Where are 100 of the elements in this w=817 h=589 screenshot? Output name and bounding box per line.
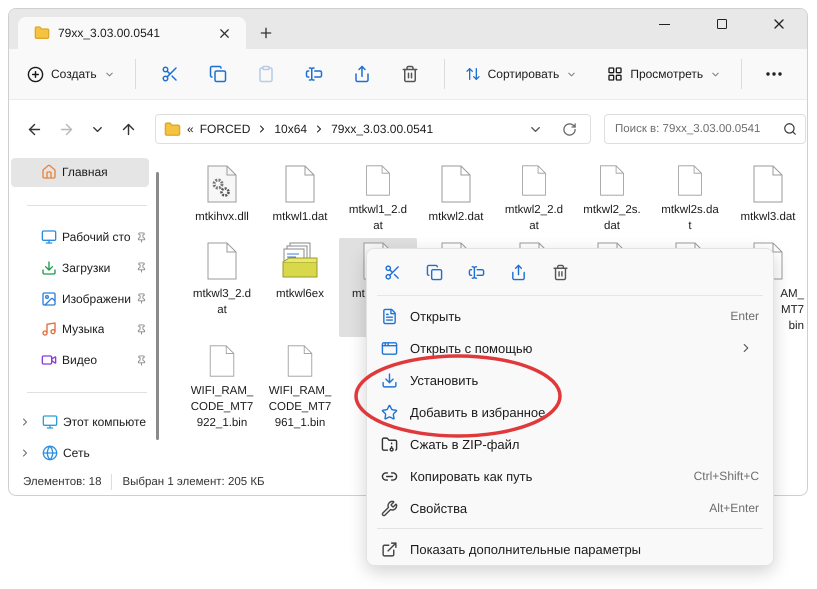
sidebar-item[interactable]: Главная [11,158,149,187]
file-icon [285,165,315,203]
expand-menu-icon [381,540,398,558]
file-name: mtkwl1.dat [272,210,328,225]
document-icon [381,308,398,324]
archive-folder-icon [381,436,398,452]
address-bar[interactable]: « FORCED 10x64 79xx_3.03.00.0541 [155,114,591,144]
sidebar-item[interactable]: Загрузки [11,253,149,282]
file-icon [207,242,237,280]
settings-file-icon [207,165,237,203]
item-count: Элементов: 18 [23,476,102,488]
delete-icon [400,65,419,83]
maximize-icon [716,18,728,30]
search-input[interactable]: Поиск в: 79xx_3.03.00.0541 [613,122,783,136]
download-icon [381,372,398,388]
computer-icon [42,414,58,430]
file-name: mtkwl2_2.d at [504,203,564,234]
file-name: mtkihvx.dll [194,210,250,225]
share-icon [352,65,371,83]
file-item[interactable]: WIFI_RAM_ CODE_MT7 961_1.bin [261,341,339,431]
image-icon [41,290,57,307]
file-icon [519,165,549,196]
file-icon [363,165,393,196]
breadcrumb[interactable]: 79xx_3.03.00.0541 [331,122,434,136]
menu-item[interactable]: Открыть Enter [367,300,773,332]
breadcrumb-overflow[interactable]: « [187,122,194,136]
sidebar-item[interactable]: Видео [11,346,149,375]
file-item[interactable]: mtkwl6ex [261,238,339,337]
breadcrumb[interactable]: 10x64 [274,122,308,136]
shortcut-text: Enter [730,309,759,323]
view-button[interactable]: Просмотреть [601,58,728,90]
desktop-icon [41,229,57,246]
download-icon [41,260,57,276]
rename-icon [304,65,323,83]
sidebar-item[interactable]: Этот компьюте [11,408,149,436]
file-name: mtkwl1_2.d at [348,203,408,234]
sidebar-item[interactable]: Изображени [11,284,149,314]
create-button[interactable]: Создать [21,58,121,90]
sort-icon [464,66,481,82]
sidebar-item[interactable]: Сеть [11,438,149,468]
file-name: AM_ MT7 bin [780,287,804,334]
plus-icon [258,25,274,41]
paste-icon [256,65,275,83]
menu-item[interactable]: Копировать как путь Ctrl+Shift+C [367,460,773,492]
scissors-icon [160,65,179,83]
music-icon [41,321,57,338]
refresh-icon [562,122,576,136]
search-field[interactable]: Поиск в: 79xx_3.03.00.0541 [604,114,806,144]
file-name: WIFI_RAM_ CODE_MT7 961_1.bin [268,384,332,431]
file-icon [441,165,471,203]
menu-item[interactable]: Сжать в ZIP-файл [367,428,773,460]
file-icon [753,165,783,203]
grid-icon [607,66,624,82]
file-item[interactable]: mtkwl2_2s. dat [573,161,651,234]
menu-item[interactable]: Установить [367,364,773,396]
file-item[interactable]: mtkwl1_2.d at [339,161,417,234]
shortcut-text: Ctrl+Shift+C [694,469,759,483]
rename-icon [468,264,484,280]
file-item[interactable]: mtkwl2_2.d at [495,161,573,234]
menu-item[interactable]: Открыть с помощью [367,332,773,364]
selection-info: Выбран 1 элемент: 205 КБ [122,476,266,488]
copy-icon [426,264,442,280]
file-item[interactable]: mtkwl3_2.d at [183,238,261,337]
file-item[interactable]: mtkwl1.dat [261,161,339,234]
more-icon [766,72,782,76]
tab[interactable]: 79xx_3.03.00.0541 [18,17,246,49]
delete-icon [552,264,568,280]
menu-item[interactable]: Добавить в избранное [367,396,773,428]
scissors-icon [384,264,400,280]
file-item[interactable]: mtkihvx.dll [183,161,261,234]
file-icon [597,165,627,196]
breadcrumb[interactable]: FORCED [200,122,250,136]
file-icon [207,345,237,377]
file-item[interactable]: WIFI_RAM_ CODE_MT7 922_1.bin [183,341,261,431]
file-icon [675,165,705,196]
wrench-icon [381,500,398,516]
sidebar-item[interactable]: Музыка [11,315,149,344]
file-name: mtkwl2_2s. dat [582,203,642,234]
folder-icon [164,120,181,138]
file-name: mt [351,287,366,302]
menu-item[interactable]: Показать дополнительные параметры [367,533,773,565]
menu-item[interactable]: Свойства Alt+Enter [367,492,773,524]
sort-button[interactable]: Сортировать [458,58,584,90]
file-item[interactable]: mtkwl3.dat [729,161,807,234]
file-item[interactable]: mtkwl2s.da t [651,161,729,234]
file-name: mtkwl6ex [275,287,325,302]
search-icon [783,122,797,136]
file-name: mtkwl2.dat [428,210,484,225]
plus-icon [27,66,44,82]
network-icon [42,444,58,461]
file-name: WIFI_RAM_ CODE_MT7 922_1.bin [190,384,254,431]
file-item[interactable]: mtkwl2.dat [417,161,495,234]
installer-icon [282,242,318,280]
folder-icon [34,25,50,41]
shortcut-text: Alt+Enter [709,501,759,515]
copy-icon [208,65,227,83]
tab-title: 79xx_3.03.00.0541 [58,26,162,40]
home-icon [41,164,57,180]
star-icon [381,404,398,420]
sidebar-item[interactable]: Рабочий сто [11,222,149,252]
